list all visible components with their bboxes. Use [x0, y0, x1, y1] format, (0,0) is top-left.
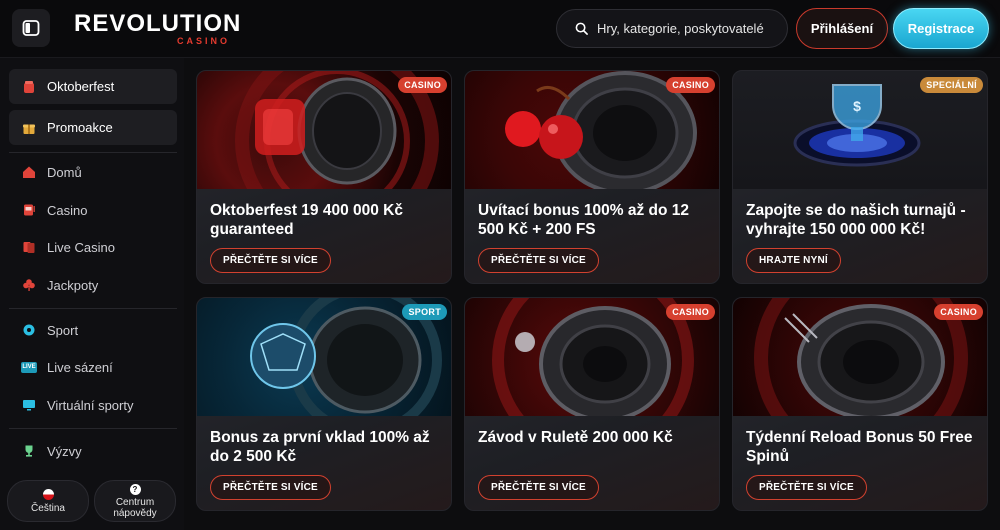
- sidebar-item-live-casino[interactable]: Live Casino: [9, 232, 177, 262]
- promo-title: Bonus za první vklad 100% až do 2 500 Kč: [210, 429, 430, 465]
- gift-icon: [21, 120, 37, 136]
- search-icon: [575, 22, 588, 35]
- language-label: Čeština: [31, 502, 65, 514]
- sidebar: Oktoberfest Promoakce Domů Casino Live C…: [0, 58, 184, 530]
- login-button[interactable]: Přihlášení: [796, 8, 888, 49]
- sidebar-item-promoakce[interactable]: Promoakce: [9, 110, 177, 145]
- read-more-button[interactable]: PŘEČTĚTE SI VÍCE: [746, 475, 867, 500]
- category-badge: CASINO: [398, 77, 447, 93]
- sidebar-item-label: Jackpoty: [47, 277, 99, 293]
- logo[interactable]: REVOLUTION CASINO: [74, 10, 240, 48]
- sidebar-toggle-button[interactable]: [12, 9, 50, 47]
- category-badge: SPECIÁLNÍ: [920, 77, 983, 93]
- sidebar-item-label: Sport: [47, 322, 79, 338]
- logo-subtext: CASINO: [176, 36, 230, 46]
- slot-machine-icon: [21, 202, 37, 218]
- promo-title: Uvítací bonus 100% až do 12 500 Kč + 200…: [478, 202, 690, 238]
- promo-card-sport-bonus[interactable]: SPORT Bonus za první vklad 100% až do 2 …: [196, 297, 452, 511]
- sidebar-divider: [9, 152, 177, 153]
- sidebar-item-label: Live Casino: [47, 239, 115, 255]
- language-button[interactable]: Čeština: [7, 480, 89, 522]
- sidebar-toggle-icon: [22, 20, 40, 36]
- trophy-icon: [21, 443, 37, 459]
- sidebar-item-label: Live sázení: [47, 359, 113, 375]
- sidebar-item-virtualni-sporty[interactable]: Virtuální sporty: [9, 390, 177, 420]
- help-icon: ?: [129, 483, 141, 495]
- help-label-line-1: Centrum: [115, 496, 155, 508]
- sidebar-item-oktoberfest[interactable]: Oktoberfest: [9, 69, 177, 104]
- sidebar-item-label: Oktoberfest: [47, 79, 115, 94]
- logo-text: REVOLUTION: [74, 10, 242, 37]
- promo-image: CASINO: [465, 298, 719, 416]
- sidebar-item-vyzvy[interactable]: Výzvy: [9, 436, 177, 466]
- category-badge: SPORT: [402, 304, 447, 320]
- promo-image: SPORT: [197, 298, 451, 416]
- sidebar-item-label: Výzvy: [47, 443, 82, 459]
- cards-icon: [21, 239, 37, 255]
- promo-card-roulette-race[interactable]: CASINO Závod v Ruletě 200 000 Kč PŘEČTĚT…: [464, 297, 720, 511]
- promo-card-tournaments[interactable]: $ SPECIÁLNÍ Zapojte se do našich turnajů…: [732, 70, 988, 284]
- promo-image: CASINO: [733, 298, 987, 416]
- top-bar: REVOLUTION CASINO Hry, kategorie, poskyt…: [0, 0, 1000, 58]
- sidebar-item-sport[interactable]: Sport: [9, 315, 177, 345]
- promo-image: CASINO: [197, 71, 451, 189]
- promo-card-reload-bonus[interactable]: CASINO Týdenní Reload Bonus 50 Free Spin…: [732, 297, 988, 511]
- category-badge: CASINO: [934, 304, 983, 320]
- home-icon: [21, 164, 37, 180]
- promo-card-welcome-bonus[interactable]: CASINO Uvítací bonus 100% až do 12 500 K…: [464, 70, 720, 284]
- read-more-button[interactable]: PŘEČTĚTE SI VÍCE: [210, 475, 331, 500]
- sidebar-item-live-sazeni[interactable]: LIVE Live sázení: [9, 352, 177, 382]
- sidebar-item-jackpoty[interactable]: Jackpoty: [9, 270, 177, 300]
- sidebar-item-label: Promoakce: [47, 120, 113, 135]
- monitor-icon: [21, 397, 37, 413]
- promo-title: Týdenní Reload Bonus 50 Free Spinů: [746, 429, 973, 465]
- live-icon: LIVE: [21, 359, 37, 375]
- sidebar-item-label: Domů: [47, 164, 82, 180]
- barrel-icon: [21, 79, 37, 95]
- read-more-button[interactable]: PŘEČTĚTE SI VÍCE: [210, 248, 331, 273]
- promo-image: CASINO: [465, 71, 719, 189]
- sidebar-divider: [9, 308, 177, 309]
- register-button[interactable]: Registrace: [893, 8, 989, 49]
- promo-title: Oktoberfest 19 400 000 Kč guaranteed: [210, 202, 403, 238]
- flag-cz-icon: [42, 488, 54, 500]
- clover-icon: [21, 277, 37, 293]
- sidebar-item-domu[interactable]: Domů: [9, 157, 177, 187]
- promo-card-oktoberfest[interactable]: CASINO Oktoberfest 19 400 000 Kč guarant…: [196, 70, 452, 284]
- promo-title: Závod v Ruletě 200 000 Kč: [478, 429, 673, 446]
- sidebar-item-label: Casino: [47, 202, 88, 218]
- svg-text:$: $: [853, 98, 861, 114]
- promo-title: Zapojte se do našich turnajů - vyhrajte …: [746, 202, 966, 238]
- help-center-button[interactable]: ? Centrum nápovědy: [94, 480, 176, 522]
- read-more-button[interactable]: PŘEČTĚTE SI VÍCE: [478, 475, 599, 500]
- live-icon-text: LIVE: [21, 361, 37, 373]
- sidebar-item-casino[interactable]: Casino: [9, 195, 177, 225]
- category-badge: CASINO: [666, 304, 715, 320]
- ball-icon: [21, 322, 37, 338]
- search-input[interactable]: Hry, kategorie, poskytovatelé: [556, 9, 788, 48]
- category-badge: CASINO: [666, 77, 715, 93]
- sidebar-divider: [9, 428, 177, 429]
- help-label-line-2: nápovědy: [113, 507, 157, 519]
- promo-image: $ SPECIÁLNÍ: [733, 71, 987, 189]
- sidebar-item-label: Virtuální sporty: [47, 397, 134, 413]
- read-more-button[interactable]: PŘEČTĚTE SI VÍCE: [478, 248, 599, 273]
- search-placeholder: Hry, kategorie, poskytovatelé: [597, 21, 764, 36]
- play-now-button[interactable]: HRAJTE NYNÍ: [746, 248, 841, 273]
